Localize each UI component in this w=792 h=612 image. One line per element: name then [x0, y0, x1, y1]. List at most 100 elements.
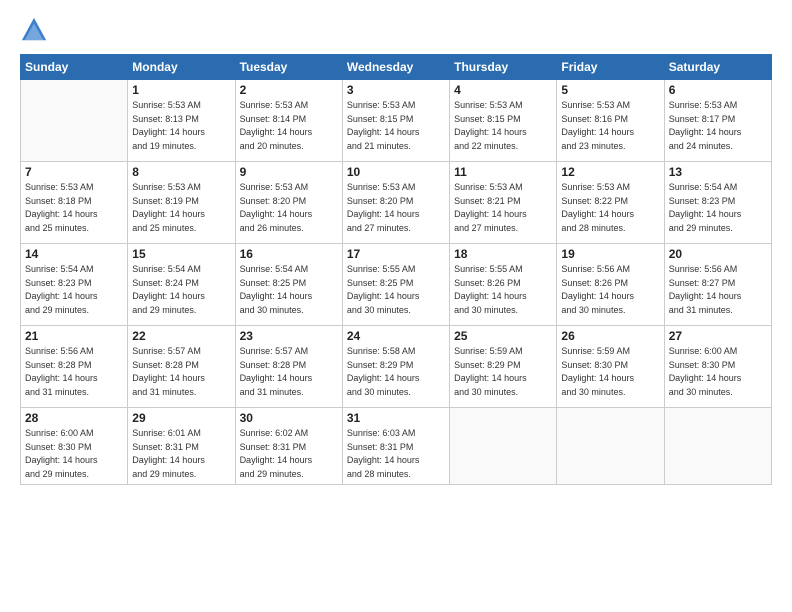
day-info: Sunrise: 6:00 AM Sunset: 8:30 PM Dayligh…	[669, 345, 767, 399]
day-number: 10	[347, 165, 445, 179]
day-info: Sunrise: 5:54 AM Sunset: 8:25 PM Dayligh…	[240, 263, 338, 317]
day-number: 4	[454, 83, 552, 97]
day-info: Sunrise: 5:54 AM Sunset: 8:23 PM Dayligh…	[669, 181, 767, 235]
calendar-cell: 23 Sunrise: 5:57 AM Sunset: 8:28 PM Dayli…	[235, 326, 342, 408]
weekday-header-monday: Monday	[128, 55, 235, 80]
calendar-cell: 29 Sunrise: 6:01 AM Sunset: 8:31 PM Dayli…	[128, 408, 235, 485]
calendar-cell: 31Sunrise: 6:03 AM Sunset: 8:31 PM Dayli…	[342, 408, 449, 485]
calendar-cell: 21 Sunrise: 5:56 AM Sunset: 8:28 PM Dayli…	[21, 326, 128, 408]
calendar-cell: 18 Sunrise: 5:55 AM Sunset: 8:26 PM Dayli…	[450, 244, 557, 326]
day-info: Sunrise: 5:56 AM Sunset: 8:27 PM Dayligh…	[669, 263, 767, 317]
day-number: 22	[132, 329, 230, 343]
calendar-cell: 16 Sunrise: 5:54 AM Sunset: 8:25 PM Dayli…	[235, 244, 342, 326]
day-info: Sunrise: 5:54 AM Sunset: 8:24 PM Dayligh…	[132, 263, 230, 317]
day-info: Sunrise: 5:53 AM Sunset: 8:22 PM Dayligh…	[561, 181, 659, 235]
calendar-cell: 22 Sunrise: 5:57 AM Sunset: 8:28 PM Dayli…	[128, 326, 235, 408]
calendar-cell: 19Sunrise: 5:56 AM Sunset: 8:26 PM Dayli…	[557, 244, 664, 326]
day-info: Sunrise: 5:53 AM Sunset: 8:20 PM Dayligh…	[240, 181, 338, 235]
day-info: Sunrise: 6:00 AM Sunset: 8:30 PM Dayligh…	[25, 427, 123, 481]
calendar-cell: 28 Sunrise: 6:00 AM Sunset: 8:30 PM Dayli…	[21, 408, 128, 485]
calendar-cell: 17 Sunrise: 5:55 AM Sunset: 8:25 PM Dayli…	[342, 244, 449, 326]
day-number: 25	[454, 329, 552, 343]
calendar-cell: 15 Sunrise: 5:54 AM Sunset: 8:24 PM Dayli…	[128, 244, 235, 326]
calendar-week-row: 1 Sunrise: 5:53 AM Sunset: 8:13 PM Daylig…	[21, 80, 772, 162]
calendar-cell: 2 Sunrise: 5:53 AM Sunset: 8:14 PM Daylig…	[235, 80, 342, 162]
day-number: 11	[454, 165, 552, 179]
day-info: Sunrise: 5:53 AM Sunset: 8:16 PM Dayligh…	[561, 99, 659, 153]
calendar-cell: 8 Sunrise: 5:53 AM Sunset: 8:19 PM Daylig…	[128, 162, 235, 244]
calendar-cell: 13 Sunrise: 5:54 AM Sunset: 8:23 PM Dayli…	[664, 162, 771, 244]
day-number: 18	[454, 247, 552, 261]
calendar-cell	[450, 408, 557, 485]
day-info: Sunrise: 5:58 AM Sunset: 8:29 PM Dayligh…	[347, 345, 445, 399]
day-number: 5	[561, 83, 659, 97]
calendar-week-row: 7Sunrise: 5:53 AM Sunset: 8:18 PM Daylig…	[21, 162, 772, 244]
day-info: Sunrise: 5:55 AM Sunset: 8:25 PM Dayligh…	[347, 263, 445, 317]
calendar-cell: 9Sunrise: 5:53 AM Sunset: 8:20 PM Daylig…	[235, 162, 342, 244]
day-info: Sunrise: 5:53 AM Sunset: 8:15 PM Dayligh…	[454, 99, 552, 153]
weekday-header-friday: Friday	[557, 55, 664, 80]
calendar-cell: 4 Sunrise: 5:53 AM Sunset: 8:15 PM Daylig…	[450, 80, 557, 162]
calendar-cell: 14 Sunrise: 5:54 AM Sunset: 8:23 PM Dayli…	[21, 244, 128, 326]
calendar-cell: 1 Sunrise: 5:53 AM Sunset: 8:13 PM Daylig…	[128, 80, 235, 162]
day-number: 14	[25, 247, 123, 261]
calendar-cell: 11 Sunrise: 5:53 AM Sunset: 8:21 PM Dayli…	[450, 162, 557, 244]
day-number: 13	[669, 165, 767, 179]
calendar-cell: 7Sunrise: 5:53 AM Sunset: 8:18 PM Daylig…	[21, 162, 128, 244]
day-info: Sunrise: 5:53 AM Sunset: 8:13 PM Dayligh…	[132, 99, 230, 153]
weekday-header-sunday: Sunday	[21, 55, 128, 80]
day-number: 1	[132, 83, 230, 97]
calendar-cell: 3Sunrise: 5:53 AM Sunset: 8:15 PM Daylig…	[342, 80, 449, 162]
day-info: Sunrise: 5:53 AM Sunset: 8:17 PM Dayligh…	[669, 99, 767, 153]
day-number: 28	[25, 411, 123, 425]
calendar-cell: 10Sunrise: 5:53 AM Sunset: 8:20 PM Dayli…	[342, 162, 449, 244]
calendar-cell: 5 Sunrise: 5:53 AM Sunset: 8:16 PM Daylig…	[557, 80, 664, 162]
calendar-cell: 30 Sunrise: 6:02 AM Sunset: 8:31 PM Dayli…	[235, 408, 342, 485]
day-number: 2	[240, 83, 338, 97]
day-info: Sunrise: 5:59 AM Sunset: 8:30 PM Dayligh…	[561, 345, 659, 399]
calendar-cell	[557, 408, 664, 485]
day-number: 27	[669, 329, 767, 343]
day-number: 17	[347, 247, 445, 261]
day-number: 16	[240, 247, 338, 261]
day-info: Sunrise: 5:54 AM Sunset: 8:23 PM Dayligh…	[25, 263, 123, 317]
day-info: Sunrise: 6:01 AM Sunset: 8:31 PM Dayligh…	[132, 427, 230, 481]
day-number: 21	[25, 329, 123, 343]
calendar-cell: 20 Sunrise: 5:56 AM Sunset: 8:27 PM Dayli…	[664, 244, 771, 326]
day-number: 6	[669, 83, 767, 97]
day-info: Sunrise: 5:53 AM Sunset: 8:18 PM Dayligh…	[25, 181, 123, 235]
day-info: Sunrise: 6:02 AM Sunset: 8:31 PM Dayligh…	[240, 427, 338, 481]
day-number: 30	[240, 411, 338, 425]
header	[20, 16, 772, 44]
calendar-week-row: 21 Sunrise: 5:56 AM Sunset: 8:28 PM Dayli…	[21, 326, 772, 408]
weekday-header-thursday: Thursday	[450, 55, 557, 80]
day-number: 31	[347, 411, 445, 425]
day-info: Sunrise: 5:53 AM Sunset: 8:19 PM Dayligh…	[132, 181, 230, 235]
logo	[20, 16, 52, 44]
day-info: Sunrise: 5:53 AM Sunset: 8:14 PM Dayligh…	[240, 99, 338, 153]
calendar-cell: 12 Sunrise: 5:53 AM Sunset: 8:22 PM Dayli…	[557, 162, 664, 244]
calendar-cell: 26Sunrise: 5:59 AM Sunset: 8:30 PM Dayli…	[557, 326, 664, 408]
weekday-header-wednesday: Wednesday	[342, 55, 449, 80]
day-info: Sunrise: 5:57 AM Sunset: 8:28 PM Dayligh…	[240, 345, 338, 399]
day-number: 8	[132, 165, 230, 179]
day-info: Sunrise: 5:55 AM Sunset: 8:26 PM Dayligh…	[454, 263, 552, 317]
day-info: Sunrise: 5:56 AM Sunset: 8:28 PM Dayligh…	[25, 345, 123, 399]
calendar-cell	[664, 408, 771, 485]
calendar-table: SundayMondayTuesdayWednesdayThursdayFrid…	[20, 54, 772, 485]
day-info: Sunrise: 5:59 AM Sunset: 8:29 PM Dayligh…	[454, 345, 552, 399]
calendar-page: SundayMondayTuesdayWednesdayThursdayFrid…	[0, 0, 792, 612]
calendar-cell	[21, 80, 128, 162]
day-number: 24	[347, 329, 445, 343]
day-info: Sunrise: 5:57 AM Sunset: 8:28 PM Dayligh…	[132, 345, 230, 399]
calendar-week-row: 14 Sunrise: 5:54 AM Sunset: 8:23 PM Dayli…	[21, 244, 772, 326]
weekday-header-saturday: Saturday	[664, 55, 771, 80]
day-info: Sunrise: 5:53 AM Sunset: 8:21 PM Dayligh…	[454, 181, 552, 235]
day-number: 23	[240, 329, 338, 343]
day-number: 29	[132, 411, 230, 425]
day-number: 12	[561, 165, 659, 179]
day-number: 15	[132, 247, 230, 261]
day-number: 20	[669, 247, 767, 261]
day-number: 19	[561, 247, 659, 261]
calendar-cell: 27 Sunrise: 6:00 AM Sunset: 8:30 PM Dayli…	[664, 326, 771, 408]
